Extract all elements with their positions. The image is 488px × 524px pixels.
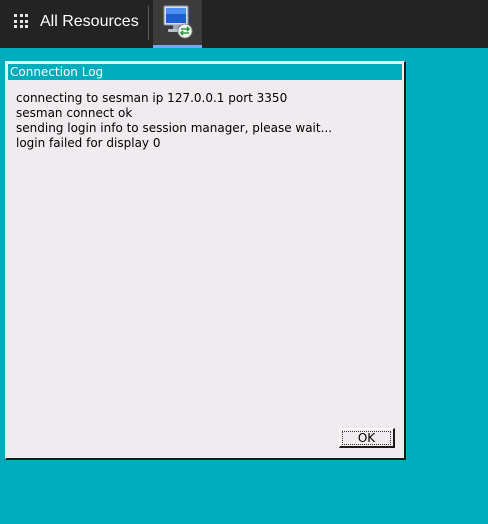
dialog-title: Connection Log	[10, 65, 104, 79]
all-resources-label: All Resources	[40, 13, 139, 30]
active-tab-indicator	[153, 45, 202, 48]
ok-label: OK	[357, 431, 376, 445]
grid-icon	[14, 14, 28, 28]
all-resources-button[interactable]: All Resources	[0, 0, 145, 48]
taskbar-divider	[148, 6, 149, 40]
ok-button[interactable]: OK	[339, 428, 395, 448]
connection-log-dialog: Connection Log connecting to sesman ip 1…	[5, 61, 406, 460]
desktop: { "taskbar": { "apps_label": "All Resour…	[0, 0, 488, 524]
log-line: connecting to sesman ip 127.0.0.1 port 3…	[16, 91, 288, 105]
log-line: sending login info to session manager, p…	[16, 121, 333, 135]
top-taskbar: All Resources	[0, 0, 488, 48]
connection-log-text: connecting to sesman ip 127.0.0.1 port 3…	[16, 91, 396, 151]
remote-desktop-icon	[163, 5, 193, 39]
log-line: sesman connect ok	[16, 106, 133, 120]
remote-desktop-tab[interactable]	[153, 0, 202, 48]
log-line: login failed for display 0	[16, 136, 161, 150]
dialog-titlebar[interactable]: Connection Log	[8, 64, 402, 80]
